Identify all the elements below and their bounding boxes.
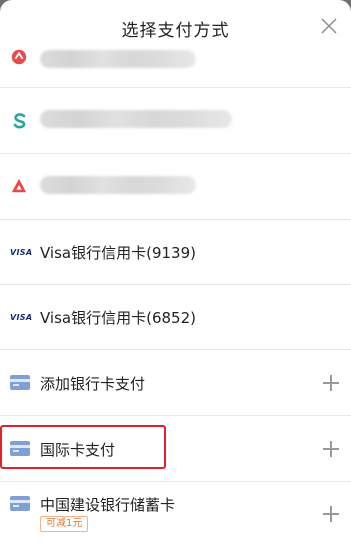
bank-logo-icon xyxy=(11,178,27,193)
add-bank-card-label: 添加银行卡支付 xyxy=(40,375,146,393)
add-icon[interactable] xyxy=(323,506,339,522)
add-bank-card-option[interactable]: 添加银行卡支付 xyxy=(0,350,351,416)
payment-option-blurred-3[interactable] xyxy=(0,154,351,220)
ccb-debit-card-label: 中国建设银行储蓄卡 xyxy=(40,496,176,514)
payment-option-visa-6852[interactable]: VISA Visa银行信用卡(6852) xyxy=(0,285,351,350)
add-icon[interactable] xyxy=(323,441,339,457)
payment-method-sheet: 选择支付方式 VISA Visa银行信用卡(9139) VISA Visa银行信… xyxy=(0,0,351,551)
payment-option-visa-9139[interactable]: VISA Visa银行信用卡(9139) xyxy=(0,220,351,285)
blurred-account-name xyxy=(40,50,196,68)
discount-badge: 可减1元 xyxy=(40,516,89,532)
bank-card-icon xyxy=(10,496,30,511)
highlight-box xyxy=(0,425,166,469)
payment-option-label: Visa银行信用卡(9139) xyxy=(40,244,196,262)
bank-logo-icon xyxy=(11,49,27,65)
visa-logo-icon: VISA xyxy=(10,313,33,322)
visa-logo-icon: VISA xyxy=(10,248,33,257)
payment-option-blurred-2[interactable] xyxy=(0,88,351,154)
close-icon[interactable] xyxy=(321,18,337,34)
bank-card-icon xyxy=(10,375,30,390)
add-icon[interactable] xyxy=(323,375,339,391)
blurred-account-name xyxy=(40,176,196,194)
bank-logo-icon xyxy=(13,113,26,129)
payment-option-blurred-1[interactable] xyxy=(0,36,351,88)
payment-option-label: Visa银行信用卡(6852) xyxy=(40,309,196,327)
blurred-account-name xyxy=(40,110,232,128)
